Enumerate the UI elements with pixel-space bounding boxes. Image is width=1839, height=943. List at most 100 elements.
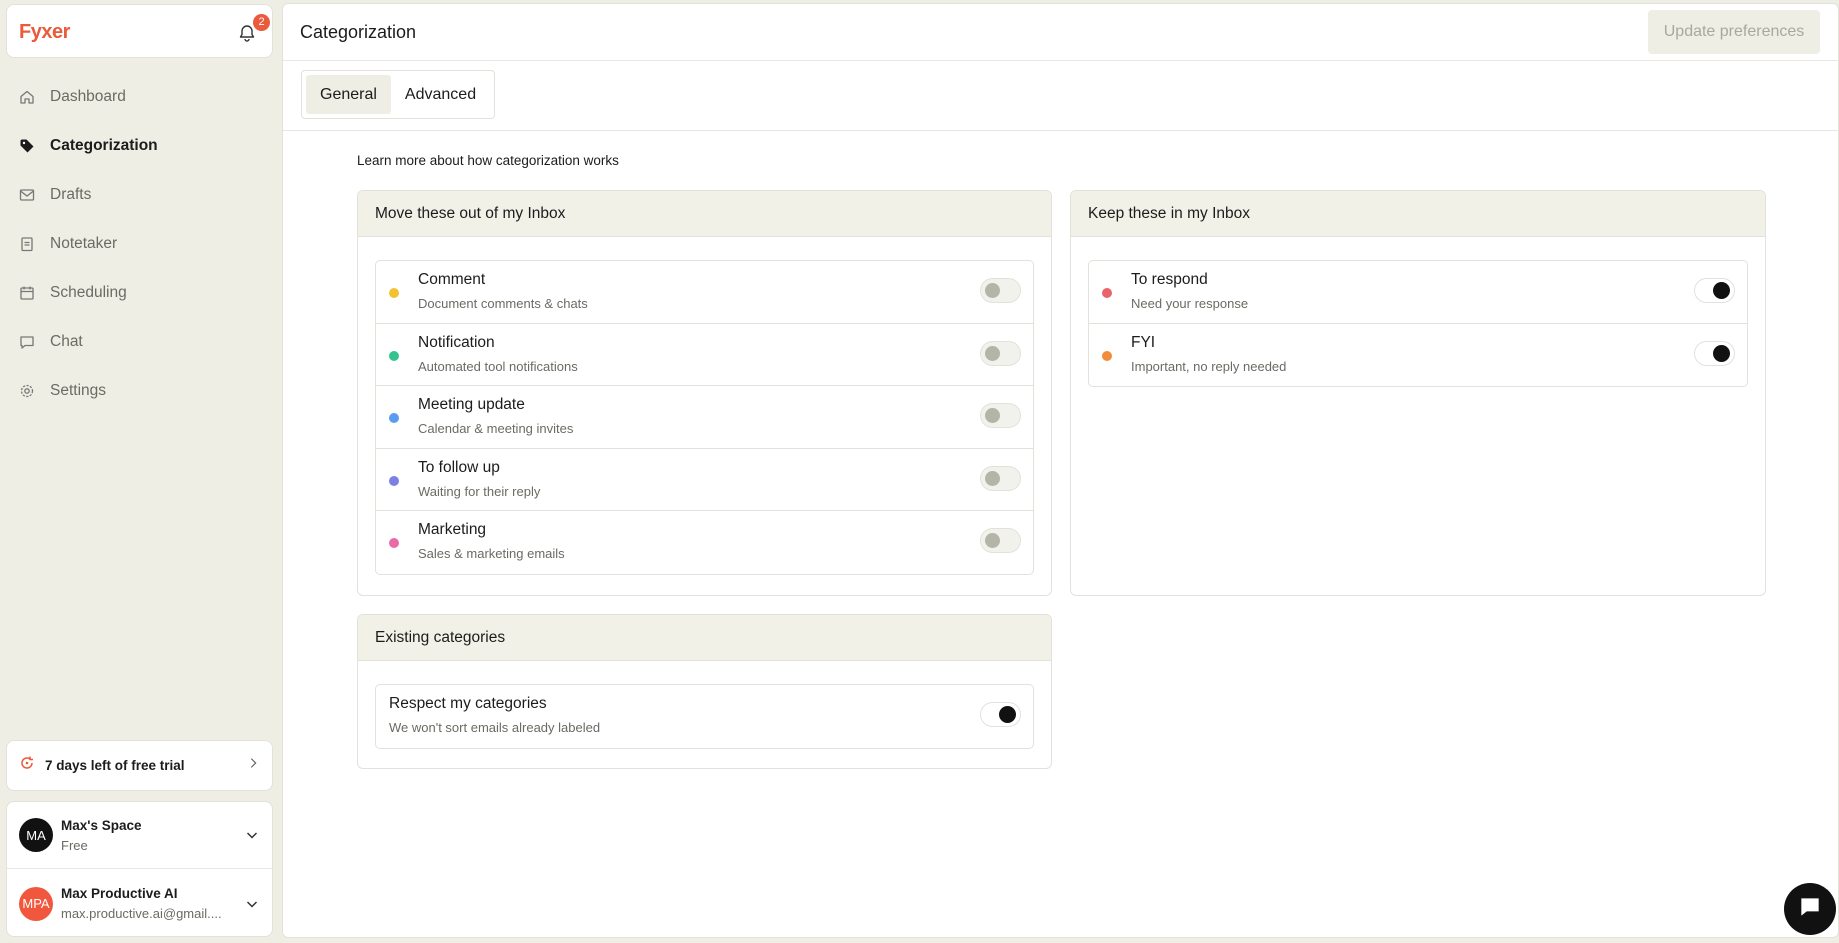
sidebar-nav: Dashboard Categorization Drafts Notetake… bbox=[6, 72, 273, 415]
sidebar-item-label: Notetaker bbox=[50, 234, 118, 252]
workspace-avatar: MA bbox=[19, 818, 53, 852]
category-color-dot bbox=[389, 475, 399, 486]
existing-categories-list: Respect my categories We won't sort emai… bbox=[375, 684, 1034, 749]
list-item: Respect my categories We won't sort emai… bbox=[376, 685, 1033, 748]
workspace-plan: Free bbox=[61, 837, 88, 853]
panel-title: Existing categories bbox=[358, 615, 1051, 661]
learn-more-link[interactable]: Learn more about how categorization work… bbox=[357, 153, 619, 168]
category-toggle[interactable] bbox=[980, 403, 1021, 428]
brand-header: Fyxer 2 bbox=[6, 4, 273, 58]
category-description: Automated tool notifications bbox=[418, 358, 578, 374]
category-description: Sales & marketing emails bbox=[418, 546, 565, 561]
category-color-dot bbox=[1102, 288, 1112, 298]
sidebar-item-settings[interactable]: Settings bbox=[6, 366, 273, 415]
category-toggle[interactable] bbox=[1694, 340, 1735, 366]
workspace-selector[interactable]: MA Max's Space Free bbox=[7, 802, 272, 869]
category-description: We won't sort emails already labeled bbox=[389, 720, 601, 735]
chat-bubble-icon bbox=[18, 333, 36, 351]
user-avatar: MPA bbox=[19, 886, 53, 921]
category-color-dot bbox=[389, 538, 399, 548]
category-color-dot bbox=[389, 288, 399, 298]
sidebar-item-label: Categorization bbox=[50, 136, 158, 154]
category-toggle[interactable] bbox=[1694, 278, 1735, 303]
home-icon bbox=[18, 88, 36, 106]
page-title: Categorization bbox=[300, 22, 417, 42]
category-description: Calendar & meeting invites bbox=[418, 421, 574, 436]
tab-advanced[interactable]: Advanced bbox=[391, 75, 490, 114]
fyxer-logo[interactable]: Fyxer bbox=[19, 21, 70, 44]
top-bar: Categorization Update preferences bbox=[283, 4, 1838, 61]
respect-categories-toggle[interactable] bbox=[980, 702, 1021, 727]
sidebar-item-label: Dashboard bbox=[50, 87, 126, 105]
mail-icon bbox=[18, 186, 36, 204]
category-toggle[interactable] bbox=[980, 528, 1021, 553]
category-title: Meeting update bbox=[418, 396, 525, 413]
category-toggle[interactable] bbox=[980, 278, 1021, 303]
category-description: Waiting for their reply bbox=[418, 483, 541, 499]
category-toggle[interactable] bbox=[980, 465, 1021, 491]
move-out-list: Comment Document comments & chats Notifi… bbox=[375, 260, 1034, 575]
keep-in-panel: Keep these in my Inbox To respond Need y… bbox=[1070, 190, 1766, 596]
user-name: Max Productive AI bbox=[61, 886, 178, 901]
sidebar-item-label: Drafts bbox=[50, 185, 92, 203]
update-preferences-button[interactable]: Update preferences bbox=[1648, 10, 1820, 54]
chevron-right-icon bbox=[246, 756, 260, 775]
existing-categories-panel: Existing categories Respect my categorie… bbox=[357, 614, 1052, 769]
category-color-dot bbox=[1102, 350, 1112, 361]
tab-group: General Advanced bbox=[301, 70, 496, 119]
category-description: Important, no reply needed bbox=[1131, 358, 1287, 374]
sidebar: Fyxer 2 Dashboard Categorization Drafts … bbox=[0, 0, 282, 943]
sidebar-item-categorization[interactable]: Categorization bbox=[6, 121, 273, 170]
category-title: Marketing bbox=[418, 521, 487, 538]
sidebar-item-drafts[interactable]: Drafts bbox=[6, 170, 273, 219]
category-title: To follow up bbox=[418, 458, 500, 476]
notepad-icon bbox=[18, 235, 36, 253]
free-trial-banner[interactable]: 7 days left of free trial bbox=[6, 740, 273, 791]
list-item: Meeting update Calendar & meeting invite… bbox=[376, 386, 1033, 449]
tab-general[interactable]: General bbox=[306, 75, 391, 114]
calendar-icon bbox=[18, 284, 36, 302]
chat-support-button[interactable] bbox=[1784, 883, 1836, 935]
notification-count-badge: 2 bbox=[253, 14, 270, 31]
list-item: Marketing Sales & marketing emails bbox=[376, 511, 1033, 574]
move-out-panel: Move these out of my Inbox Comment Docum… bbox=[357, 190, 1052, 596]
category-title: To respond bbox=[1131, 271, 1208, 288]
category-title: Comment bbox=[418, 271, 486, 288]
workspace-info: Max's Space Free bbox=[61, 818, 244, 853]
list-item: Comment Document comments & chats bbox=[376, 261, 1033, 324]
chevron-down-icon bbox=[244, 827, 260, 843]
list-item: To respond Need your response bbox=[1089, 261, 1747, 324]
category-title: FYI bbox=[1131, 333, 1156, 351]
sidebar-item-label: Chat bbox=[50, 332, 83, 350]
sidebar-item-label: Settings bbox=[50, 381, 107, 399]
category-color-dot bbox=[389, 350, 399, 361]
user-info: Max Productive AI max.productive.ai@gmai… bbox=[61, 886, 244, 921]
category-color-dot bbox=[389, 413, 399, 423]
list-item: FYI Important, no reply needed bbox=[1089, 324, 1747, 387]
trial-text: 7 days left of free trial bbox=[45, 758, 185, 773]
tag-icon bbox=[18, 137, 36, 155]
sidebar-item-notetaker[interactable]: Notetaker bbox=[6, 219, 273, 268]
sidebar-item-scheduling[interactable]: Scheduling bbox=[6, 268, 273, 317]
workspace-name: Max's Space bbox=[61, 817, 142, 833]
chevron-down-icon bbox=[244, 896, 260, 912]
chat-bubble-icon bbox=[1797, 894, 1823, 925]
panel-title: Move these out of my Inbox bbox=[358, 191, 1051, 237]
list-item: Notification Automated tool notification… bbox=[376, 324, 1033, 386]
account-switcher: MA Max's Space Free MPA Max Productive A… bbox=[6, 801, 273, 937]
sidebar-item-label: Scheduling bbox=[50, 283, 127, 301]
category-description: Document comments & chats bbox=[418, 296, 588, 311]
category-title: Notification bbox=[418, 333, 495, 351]
main-content: Categorization Update preferences Genera… bbox=[282, 3, 1839, 938]
sidebar-item-dashboard[interactable]: Dashboard bbox=[6, 72, 273, 121]
tabs-bar: General Advanced bbox=[283, 61, 1838, 131]
user-selector[interactable]: MPA Max Productive AI max.productive.ai@… bbox=[7, 870, 272, 937]
sidebar-item-chat[interactable]: Chat bbox=[6, 317, 273, 366]
gear-icon bbox=[18, 382, 36, 400]
panel-title: Keep these in my Inbox bbox=[1071, 191, 1765, 237]
keep-in-list: To respond Need your response FYI Import… bbox=[1088, 260, 1748, 387]
category-toggle[interactable] bbox=[980, 340, 1021, 366]
refresh-clock-icon bbox=[19, 755, 35, 776]
user-email: max.productive.ai@gmail.... bbox=[61, 906, 222, 921]
category-title: Respect my categories bbox=[389, 695, 547, 712]
